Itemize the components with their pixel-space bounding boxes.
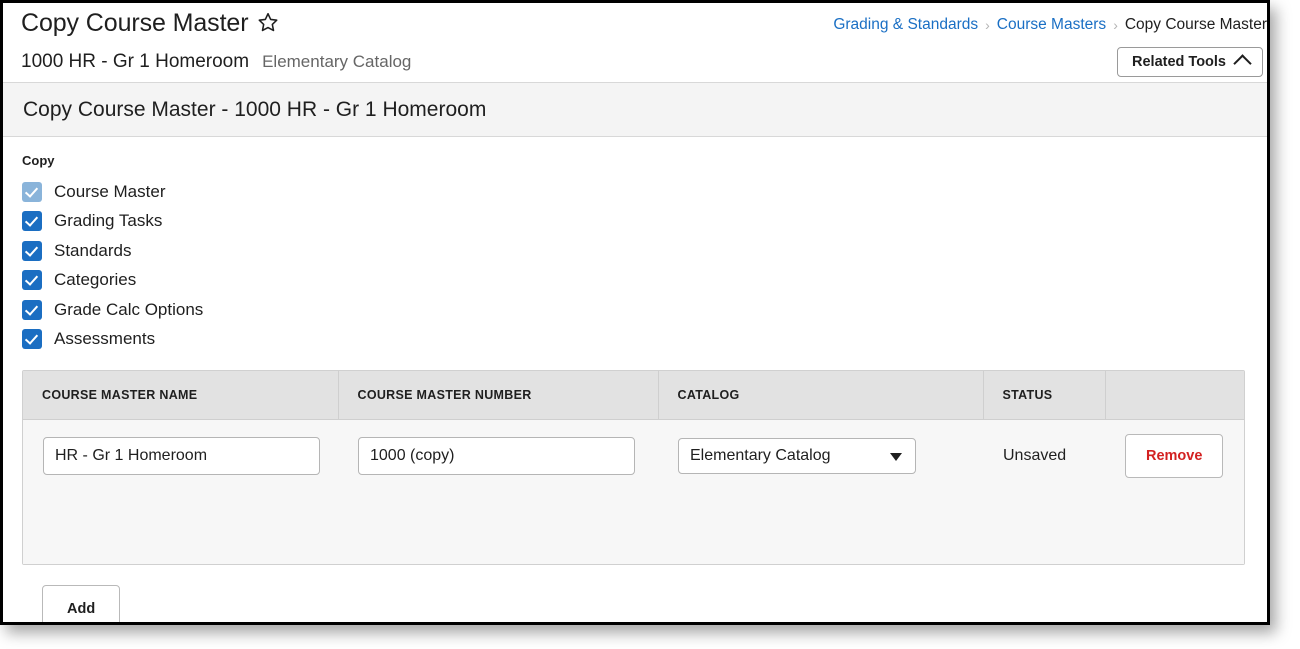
checkbox-course-master <box>22 181 42 202</box>
column-header-actions <box>1105 371 1244 420</box>
cell-catalog: Elementary Catalog <box>658 419 983 492</box>
checkbox-grading-tasks[interactable] <box>22 211 42 232</box>
checkbox-row-standards[interactable]: Standards <box>22 236 1249 266</box>
breadcrumb-item-grading-standards[interactable]: Grading & Standards <box>833 16 978 34</box>
column-header-course-master-number: COURSE MASTER NUMBER <box>338 371 659 420</box>
breadcrumb-item-course-masters[interactable]: Course Masters <box>997 16 1106 34</box>
table-footer-cell <box>23 491 1244 564</box>
chevron-down-icon <box>890 452 902 461</box>
add-button[interactable]: Add <box>42 584 121 622</box>
checkbox-label-grading-tasks: Grading Tasks <box>54 211 163 231</box>
catalog-select[interactable]: Elementary Catalog <box>678 437 916 474</box>
status-badge: Unsaved <box>1003 446 1067 464</box>
checkbox-label-grade-calc-options: Grade Calc Options <box>54 299 204 319</box>
checkbox-label-course-master: Course Master <box>54 181 166 201</box>
checkbox-grade-calc-options[interactable] <box>22 299 42 320</box>
page-title: Copy Course Master <box>21 9 249 37</box>
course-master-identifier: 1000 HR - Gr 1 Homeroom <box>21 51 250 72</box>
checkbox-row-grade-calc-options[interactable]: Grade Calc Options <box>22 295 1249 325</box>
cell-course-master-number <box>338 419 658 492</box>
title-row: Copy Course Master <box>21 9 279 38</box>
related-tools-label: Related Tools <box>1132 53 1226 70</box>
breadcrumb-separator-icon: › <box>1113 17 1118 33</box>
checkbox-row-course-master[interactable]: Course Master <box>22 177 1249 207</box>
column-header-status: STATUS <box>983 371 1106 420</box>
table-header-row: COURSE MASTER NAME COURSE MASTER NUMBER … <box>23 371 1244 420</box>
breadcrumb-item-copy-course-master: Copy Course Master <box>1124 16 1267 33</box>
table-footer-spacer <box>23 491 1244 564</box>
catalog-name-label: Elementary Catalog <box>262 52 412 71</box>
catalog-select-value: Elementary Catalog <box>690 446 831 464</box>
checkbox-label-standards: Standards <box>54 240 132 260</box>
breadcrumb-separator-icon: › <box>985 17 990 33</box>
checkbox-categories[interactable] <box>22 270 42 291</box>
page-header: Copy Course Master 1000 HR - Gr 1 Homero… <box>3 3 1267 83</box>
cell-actions: Remove <box>1105 419 1244 492</box>
checkbox-label-assessments: Assessments <box>54 329 156 349</box>
copy-options-list: Course Master Grading Tasks Standards Ca… <box>22 177 1249 354</box>
application-window: Copy Course Master 1000 HR - Gr 1 Homero… <box>0 0 1270 625</box>
checkbox-standards[interactable] <box>22 240 42 261</box>
section-header: Copy Course Master - 1000 HR - Gr 1 Home… <box>3 83 1267 137</box>
chevron-up-icon <box>1233 54 1252 73</box>
checkbox-row-grading-tasks[interactable]: Grading Tasks <box>22 207 1249 237</box>
copy-group-label: Copy <box>22 153 55 168</box>
column-header-catalog: CATALOG <box>658 371 984 420</box>
checkbox-row-assessments[interactable]: Assessments <box>22 325 1249 355</box>
table-row: Elementary Catalog Unsaved Remove <box>23 419 1244 492</box>
subtitle-row: 1000 HR - Gr 1 Homeroom Elementary Catal… <box>21 51 411 73</box>
checkbox-assessments[interactable] <box>22 329 42 350</box>
course-master-name-input[interactable] <box>43 436 320 475</box>
main-content: Copy Course Master Grading Tasks Standar… <box>3 137 1267 622</box>
checkbox-row-categories[interactable]: Categories <box>22 266 1249 296</box>
section-title: Copy Course Master - 1000 HR - Gr 1 Home… <box>23 97 487 121</box>
star-icon[interactable] <box>257 11 279 38</box>
related-tools-button[interactable]: Related Tools <box>1117 47 1263 77</box>
course-master-number-input[interactable] <box>358 436 635 475</box>
breadcrumb: Grading & Standards › Course Masters › C… <box>833 16 1267 34</box>
remove-button[interactable]: Remove <box>1125 433 1224 478</box>
column-header-course-master-name: COURSE MASTER NAME <box>23 371 339 420</box>
cell-status: Unsaved <box>983 419 1105 492</box>
checkbox-label-categories: Categories <box>54 270 137 290</box>
course-master-copy-table: COURSE MASTER NAME COURSE MASTER NUMBER … <box>22 370 1245 565</box>
cell-course-master-name <box>23 419 338 492</box>
